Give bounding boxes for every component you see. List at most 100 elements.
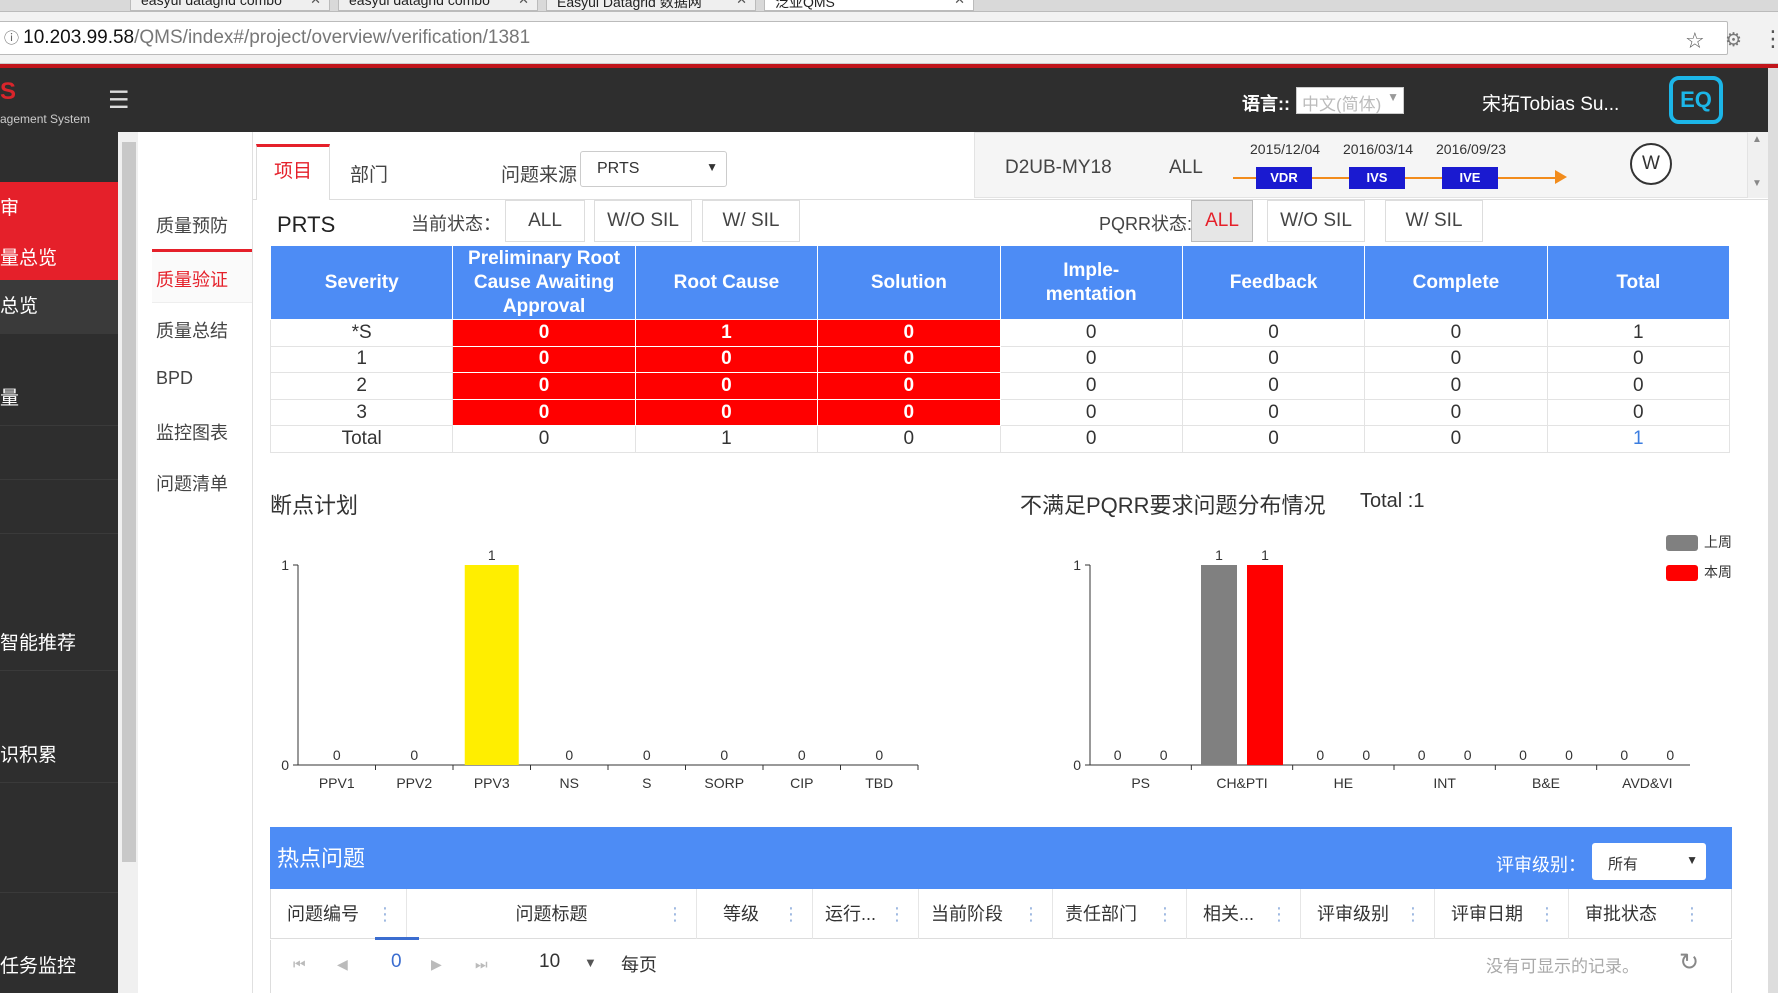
subnav-item[interactable]: 问题清单 bbox=[156, 470, 252, 496]
bookmark-star-icon[interactable]: ☆ bbox=[1685, 28, 1705, 54]
legend-item[interactable]: 上周 bbox=[1666, 532, 1756, 552]
scroll-down-icon[interactable]: ▼ bbox=[1752, 178, 1762, 189]
tab-project[interactable]: 项目 bbox=[256, 144, 330, 200]
table-cell[interactable]: 0 bbox=[817, 319, 1001, 347]
close-icon[interactable]: ✕ bbox=[310, 0, 321, 8]
pqrr-filter-wo-sil[interactable]: W/O SIL bbox=[1267, 200, 1365, 242]
close-icon[interactable]: ✕ bbox=[518, 0, 529, 8]
pqrr-filter-w-sil[interactable]: W/ SIL bbox=[1385, 200, 1483, 242]
current-filter-w-sil[interactable]: W/ SIL bbox=[702, 200, 800, 242]
sidebar-item[interactable]: 任务监控 bbox=[0, 940, 118, 993]
close-icon[interactable]: ✕ bbox=[736, 0, 747, 8]
table-cell[interactable]: 0 bbox=[452, 345, 636, 374]
browser-tab-active[interactable]: 泛亚QMS ✕ bbox=[764, 0, 974, 11]
column-menu-icon[interactable]: ⋮ bbox=[782, 889, 800, 939]
close-icon[interactable]: ✕ bbox=[954, 0, 965, 8]
column-menu-icon[interactable]: ⋮ bbox=[1156, 889, 1174, 939]
source-select[interactable]: PRTS ▼ bbox=[580, 151, 727, 187]
column-menu-icon[interactable]: ⋮ bbox=[1404, 889, 1422, 939]
subnav-item-active[interactable]: 质量验证 bbox=[152, 249, 252, 303]
extension-icon[interactable]: ⚙ bbox=[1725, 29, 1742, 52]
table-cell[interactable]: 0 bbox=[817, 398, 1001, 427]
page-scrollbar[interactable] bbox=[1768, 68, 1778, 993]
scroll-up-icon[interactable]: ▲ bbox=[1752, 134, 1762, 145]
last-page-icon[interactable]: ⏭ bbox=[475, 956, 488, 973]
tab-department[interactable]: 部门 bbox=[350, 160, 388, 187]
column-header[interactable]: 运行... ⋮ bbox=[813, 889, 919, 939]
pqrr-distribution-chart: 0 1 PS 0 0 CH&PTI 1 1 HE 0 0 INT 0 0 B&E 0 0 AVD&VI 0 0 bbox=[1073, 547, 1690, 791]
page-number[interactable]: 0 bbox=[391, 951, 402, 973]
column-header[interactable]: 等级 ⋮ bbox=[697, 889, 813, 939]
column-menu-icon[interactable]: ⋮ bbox=[1022, 889, 1040, 939]
subnav-item[interactable]: 监控图表 bbox=[156, 419, 252, 445]
subnav-item[interactable]: 质量总结 bbox=[156, 317, 252, 343]
subnav-item[interactable]: 质量预防 bbox=[156, 212, 252, 238]
milestone-panel: D2UB-MY18 ALL 2015/12/04 VDR 2016/03/14 … bbox=[974, 132, 1748, 198]
user-name[interactable]: 宋拓Tobias Su... bbox=[1482, 89, 1619, 116]
sidebar-item[interactable]: 审 bbox=[0, 182, 118, 236]
column-menu-icon[interactable]: ⋮ bbox=[1683, 889, 1701, 939]
milestone-badge[interactable]: IVE bbox=[1442, 167, 1498, 189]
first-page-icon[interactable]: ⏮ bbox=[293, 956, 306, 973]
column-header[interactable]: 审批状态 ⋮ bbox=[1569, 889, 1731, 939]
sidebar-item[interactable]: 智能推荐 bbox=[0, 617, 118, 671]
table-cell[interactable]: 0 bbox=[817, 372, 1001, 400]
sidebar-item[interactable]: 量 bbox=[0, 372, 118, 426]
table-cell[interactable]: 0 bbox=[634, 398, 819, 427]
table-cell[interactable]: 0 bbox=[817, 345, 1001, 374]
column-header[interactable]: 问题标题 ⋮ bbox=[407, 889, 697, 939]
column-header[interactable]: 责任部门 ⋮ bbox=[1053, 889, 1187, 939]
browser-tab[interactable]: Easyui Datagrid 数据网 ✕ bbox=[546, 0, 756, 11]
table-cell[interactable]: 0 bbox=[452, 372, 636, 400]
chart2-title: 不满足PQRR要求问题分布情况 bbox=[1020, 493, 1326, 518]
browser-menu-icon[interactable]: ⋮ bbox=[1762, 26, 1778, 52]
column-menu-icon[interactable]: ⋮ bbox=[888, 889, 906, 939]
browser-tab[interactable]: easyui datagrid combo ✕ bbox=[130, 0, 330, 11]
sidebar-item[interactable] bbox=[0, 480, 118, 534]
language-select[interactable]: 中文(简体) ▼ bbox=[1296, 87, 1404, 114]
sidebar-item[interactable]: 识积累 bbox=[0, 729, 118, 783]
chevron-down-icon[interactable]: ▼ bbox=[584, 955, 597, 970]
table-cell[interactable]: 0 bbox=[634, 345, 819, 374]
x-tick-label: S bbox=[642, 775, 651, 791]
column-header[interactable]: 当前阶段 ⋮ bbox=[919, 889, 1053, 939]
sidebar-item[interactable] bbox=[0, 426, 118, 480]
table-cell-link[interactable]: 1 bbox=[1546, 425, 1731, 453]
prev-page-icon[interactable]: ◀ bbox=[337, 956, 348, 973]
table-cell[interactable]: 0 bbox=[634, 372, 819, 400]
column-menu-icon[interactable]: ⋮ bbox=[376, 889, 394, 939]
milestone-badge[interactable]: IVS bbox=[1349, 167, 1405, 189]
column-menu-icon[interactable]: ⋮ bbox=[666, 889, 684, 939]
data-label: 0 bbox=[1620, 747, 1628, 763]
subnav-item[interactable]: BPD bbox=[156, 368, 252, 389]
browser-tab[interactable]: easyui datagrid combo ✕ bbox=[338, 0, 538, 11]
current-filter-all[interactable]: ALL bbox=[505, 200, 585, 242]
sidebar-scroll-thumb[interactable] bbox=[122, 142, 136, 862]
next-page-icon[interactable]: ▶ bbox=[431, 956, 442, 973]
table-cell[interactable]: 0 bbox=[452, 398, 636, 427]
column-menu-icon[interactable]: ⋮ bbox=[1270, 889, 1288, 939]
column-header[interactable]: 评审级别 ⋮ bbox=[1301, 889, 1435, 939]
table-cell: 0 bbox=[1181, 319, 1366, 347]
menu-toggle-icon[interactable]: ☰ bbox=[108, 86, 130, 115]
review-level-select[interactable]: 所有 ▼ bbox=[1592, 843, 1706, 880]
current-filter-wo-sil[interactable]: W/O SIL bbox=[594, 200, 692, 242]
page-size-value[interactable]: 10 bbox=[539, 951, 560, 973]
column-header[interactable]: 评审日期 ⋮ bbox=[1435, 889, 1569, 939]
legend-item[interactable]: 本周 bbox=[1666, 562, 1756, 582]
sidebar-item-active[interactable]: 量总览 bbox=[0, 232, 118, 286]
week-badge[interactable]: W bbox=[1630, 143, 1672, 185]
milestone-badge[interactable]: VDR bbox=[1256, 167, 1312, 189]
info-icon[interactable]: ⓘ bbox=[4, 30, 23, 47]
empty-records-message: 没有可显示的记录。 bbox=[1486, 957, 1639, 976]
sidebar-item[interactable]: 总览 bbox=[0, 280, 118, 334]
pqrr-filter-all[interactable]: ALL bbox=[1191, 200, 1253, 242]
address-input[interactable]: ⓘ 10.203.99.58/QMS/index#/project/overvi… bbox=[0, 21, 1728, 55]
table-cell[interactable]: 1 bbox=[634, 319, 819, 347]
column-menu-icon[interactable]: ⋮ bbox=[1538, 889, 1556, 939]
refresh-icon[interactable]: ↻ bbox=[1679, 948, 1699, 977]
column-header[interactable]: 相关... ⋮ bbox=[1187, 889, 1301, 939]
sidebar-item[interactable] bbox=[0, 839, 118, 893]
table-cell[interactable]: 0 bbox=[452, 319, 636, 347]
column-header[interactable]: 问题编号 ⋮ bbox=[271, 889, 407, 939]
